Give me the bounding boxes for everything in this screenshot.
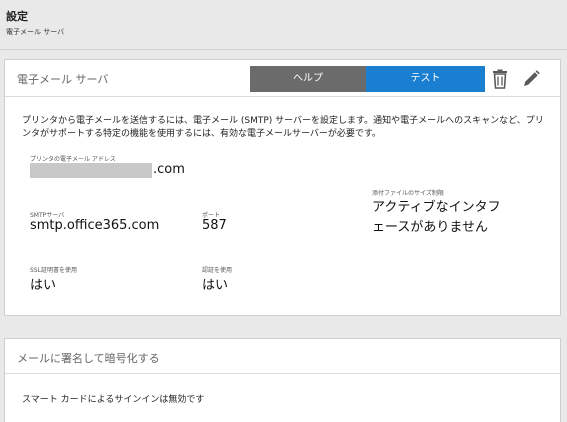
page-header: 設定 電子メール サーバ (0, 0, 567, 48)
help-button[interactable]: ヘルプ (250, 66, 366, 92)
page-title: 設定 (6, 10, 28, 23)
email-server-card: 電子メール サーバ ヘルプ テスト プリンタから電子メールを送信するには、電子メ… (4, 59, 561, 316)
sign-encrypt-card-header: メールに署名して暗号化する (5, 339, 560, 374)
attachment-limit-value: アクティブなインタフェースがありません (372, 200, 501, 235)
email-server-card-title: 電子メール サーバ (17, 73, 109, 86)
sign-encrypt-card-title: メールに署名して暗号化する (17, 352, 160, 365)
ssl-value: はい (30, 278, 57, 293)
printer-email-label: プリンタの電子メール アドレス (30, 156, 116, 163)
smtp-server-value: smtp.office365.com (30, 218, 160, 233)
breadcrumb[interactable]: 電子メール サーバ (6, 27, 64, 37)
attachment-limit-label: 添付ファイルのサイズ制限 (372, 190, 444, 197)
port-value: 587 (202, 218, 227, 233)
auth-value: はい (202, 278, 229, 293)
printer-email-suffix: .com (153, 162, 185, 177)
redacted-email (30, 163, 152, 178)
test-button[interactable]: テスト (366, 66, 485, 92)
header-divider (0, 49, 567, 50)
trash-icon[interactable] (490, 69, 510, 89)
email-server-card-header: 電子メール サーバ ヘルプ テスト (5, 60, 560, 97)
pencil-icon[interactable] (521, 69, 541, 89)
sign-encrypt-card: メールに署名して暗号化する スマート カードによるサインインは無効です (4, 338, 561, 422)
smart-card-status: スマート カードによるサインインは無効です (22, 395, 205, 405)
ssl-label: SSL証明書を使用 (30, 267, 77, 274)
email-server-description: プリンタから電子メールを送信するには、電子メール (SMTP) サーバーを設定し… (22, 116, 544, 139)
settings-page: 設定 電子メール サーバ 電子メール サーバ ヘルプ テスト プリンタから電子メ… (0, 0, 567, 422)
auth-label: 認証を使用 (202, 267, 233, 274)
